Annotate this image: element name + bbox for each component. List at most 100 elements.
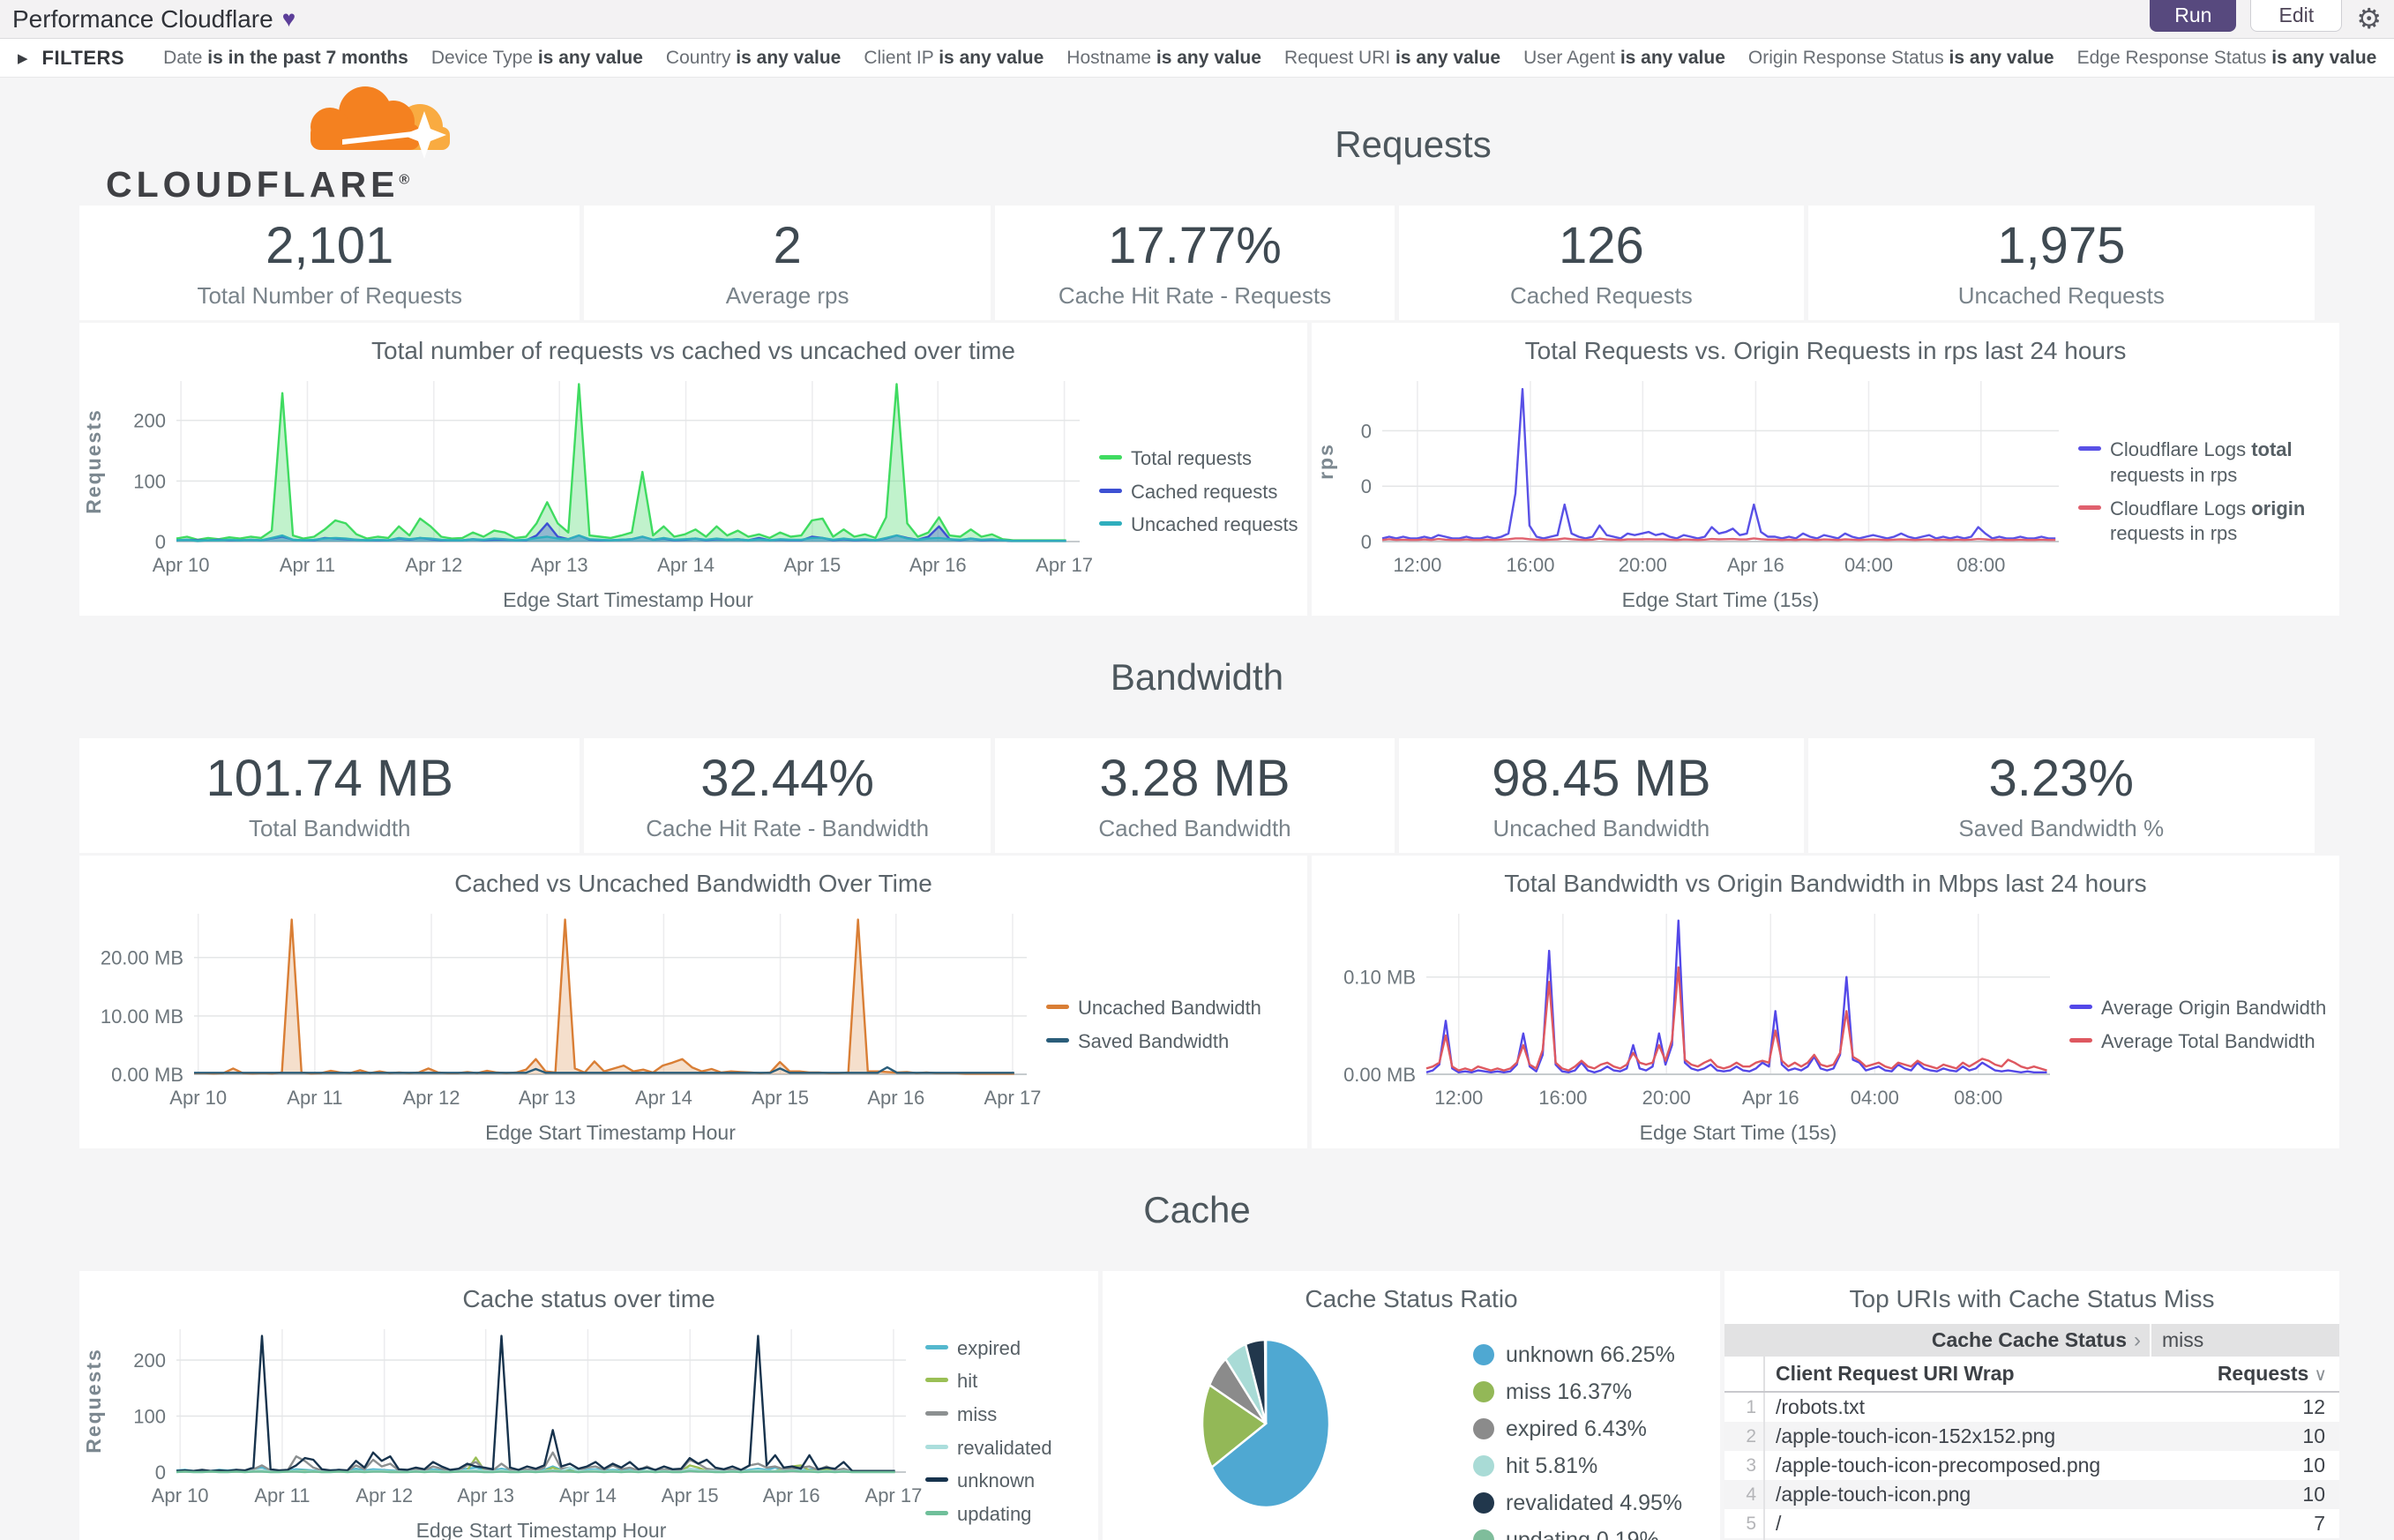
section-title-requests: Requests	[1335, 123, 1491, 166]
filter-chip[interactable]: Hostname is any value	[1066, 48, 1261, 69]
filter-chip[interactable]: Date is in the past 7 months	[163, 48, 408, 69]
table-row[interactable]: 1/robots.txt12	[1724, 1393, 2339, 1422]
svg-text:08:00: 08:00	[1956, 554, 2005, 576]
row-index: 2	[1724, 1422, 1765, 1451]
requests-rps-chart[interactable]: 12:0016:0020:00Apr 1604:0008:00000rpsEdg…	[1312, 369, 2339, 616]
gear-icon[interactable]: ⚙	[2356, 2, 2382, 35]
svg-text:Apr 11: Apr 11	[254, 1484, 310, 1506]
svg-text:Edge Start Timestamp Hour: Edge Start Timestamp Hour	[485, 1121, 736, 1144]
legend-item[interactable]: updating	[925, 1502, 1093, 1528]
edit-button[interactable]: Edit	[2250, 0, 2342, 32]
pie-legend-swatch	[1473, 1529, 1494, 1540]
cache-status-ratio-pie[interactable]: unknown 66.25% miss 16.37% expired 6.43% hi…	[1103, 1317, 1720, 1540]
cache-status-over-time-chart[interactable]: Apr 10Apr 11Apr 12Apr 13Apr 14Apr 15Apr …	[79, 1317, 1098, 1540]
table-body: 1/robots.txt122/apple-touch-icon-152x152…	[1724, 1393, 2339, 1540]
table-row[interactable]: 3/apple-touch-icon-precomposed.png10	[1724, 1451, 2339, 1480]
dashboard-page: Performance Cloudflare ♥ Run Edit ⚙ ▶ FI…	[0, 0, 2394, 1540]
filter-condition-label: is any value	[736, 48, 841, 68]
svg-text:0.10 MB: 0.10 MB	[1343, 967, 1416, 989]
svg-text:Edge Start Timestamp Hour: Edge Start Timestamp Hour	[416, 1519, 667, 1540]
filters-expand-icon[interactable]: ▶	[18, 50, 28, 66]
kpi-label: Total Number of Requests	[197, 282, 462, 310]
filter-chip[interactable]: Client IP is any value	[864, 48, 1044, 69]
bandwidth-over-time-card: Cached vs Uncached Bandwidth Over Time A…	[79, 856, 1307, 1148]
filters-label: FILTERS	[42, 47, 125, 70]
uri-column-header[interactable]: Client Request URI Wrap	[1765, 1362, 2150, 1386]
legend-item[interactable]: unknown	[925, 1469, 1093, 1494]
chart-legend: Cloudflare Logs total requests in rps Clo…	[2075, 369, 2339, 616]
legend-item[interactable]: Average Total Bandwidth	[2069, 1029, 2334, 1055]
svg-text:08:00: 08:00	[1954, 1087, 2002, 1109]
pie-legend-item[interactable]: hit 5.81%	[1473, 1454, 1720, 1479]
svg-text:100: 100	[133, 1405, 166, 1427]
section-title-cache: Cache	[1143, 1189, 1250, 1231]
filter-chip[interactable]: Device Type is any value	[431, 48, 643, 69]
kpi-label: Total Bandwidth	[249, 815, 411, 842]
legend-label: Saved Bandwidth	[1078, 1029, 1229, 1055]
legend-item[interactable]: hit	[925, 1369, 1093, 1394]
row-index: 3	[1724, 1451, 1765, 1480]
run-button[interactable]: Run	[2150, 0, 2236, 32]
filter-condition-label: is in the past 7 months	[207, 48, 408, 68]
pie-legend-item[interactable]: revalidated 4.95%	[1473, 1491, 1720, 1516]
legend-swatch	[1099, 455, 1122, 460]
chart-legend: Average Origin Bandwidth Average Total Ba…	[2066, 901, 2339, 1148]
filter-chip[interactable]: Origin Response Status is any value	[1748, 48, 2054, 69]
svg-text:0.00 MB: 0.00 MB	[1343, 1064, 1416, 1086]
bandwidth-over-time-chart[interactable]: Apr 10Apr 11Apr 12Apr 13Apr 14Apr 15Apr …	[79, 901, 1307, 1148]
svg-text:Apr 11: Apr 11	[287, 1087, 342, 1109]
kpi-card: 1,975Uncached Requests	[1808, 206, 2315, 320]
filter-condition-label: is any value	[538, 48, 643, 68]
filter-chip[interactable]: User Agent is any value	[1523, 48, 1725, 69]
filter-chip[interactable]: Edge Response Status is any value	[2077, 48, 2377, 69]
legend-item[interactable]: revalidated	[925, 1436, 1093, 1462]
table-row[interactable]: 4/apple-touch-icon.png10	[1724, 1480, 2339, 1509]
filter-chip[interactable]: Request URI is any value	[1284, 48, 1500, 69]
legend-item[interactable]: miss	[925, 1402, 1093, 1428]
pie-legend-label: miss 16.37%	[1506, 1379, 1632, 1405]
requests-over-time-chart[interactable]: Apr 10Apr 11Apr 12Apr 13Apr 14Apr 15Apr …	[79, 369, 1307, 616]
legend-item[interactable]: Cloudflare Logs origin requests in rps	[2078, 497, 2334, 547]
kpi-value: 2,101	[266, 216, 393, 275]
filter-chip[interactable]: Country is any value	[666, 48, 841, 69]
cloudflare-cloud-icon	[281, 85, 457, 162]
svg-text:0: 0	[1361, 475, 1372, 497]
legend-item[interactable]: Cloudflare Logs total requests in rps	[2078, 437, 2334, 488]
pie-legend-item[interactable]: expired 6.43%	[1473, 1417, 1720, 1442]
filter-condition-label: is any value	[2271, 48, 2376, 68]
requests-column-header[interactable]: Requests∨	[2150, 1362, 2339, 1386]
legend-item[interactable]: Uncached Bandwidth	[1046, 996, 1302, 1021]
legend-swatch	[925, 1511, 948, 1515]
svg-text:200: 200	[133, 410, 166, 432]
bandwidth-charts-row: Cached vs Uncached Bandwidth Over Time A…	[79, 856, 2315, 1148]
table-row[interactable]: 5/7	[1724, 1509, 2339, 1538]
svg-text:Apr 15: Apr 15	[783, 554, 841, 576]
pie-legend-item[interactable]: unknown 66.25%	[1473, 1342, 1720, 1368]
legend-item[interactable]: Total requests	[1099, 446, 1302, 472]
legend-item[interactable]: Average Origin Bandwidth	[2069, 996, 2334, 1021]
svg-text:Apr 15: Apr 15	[752, 1087, 809, 1109]
legend-item[interactable]: Uncached requests	[1099, 512, 1302, 538]
svg-text:Apr 10: Apr 10	[153, 554, 210, 576]
legend-item[interactable]: Saved Bandwidth	[1046, 1029, 1302, 1055]
chart-title: Total number of requests vs cached vs un…	[79, 323, 1307, 369]
heart-icon: ♥	[282, 5, 296, 33]
table-row[interactable]: 2/apple-touch-icon-152x152.png10	[1724, 1422, 2339, 1451]
filter-condition-label: is any value	[1395, 48, 1500, 68]
brand-row: CLOUDFLARE® Requests	[79, 78, 2315, 206]
svg-text:Apr 13: Apr 13	[519, 1087, 576, 1109]
legend-item[interactable]: Cached requests	[1099, 480, 1302, 505]
bandwidth-rps-chart[interactable]: 12:0016:0020:00Apr 1604:0008:000.00 MB0.…	[1312, 901, 2339, 1148]
page-title: Performance Cloudflare	[12, 5, 273, 34]
pie-legend-item[interactable]: miss 16.37%	[1473, 1379, 1720, 1405]
svg-text:Apr 16: Apr 16	[1742, 1087, 1799, 1109]
table-title: Top URIs with Cache Status Miss	[1724, 1271, 2339, 1317]
pie-legend-item[interactable]: updating 0.19%	[1473, 1528, 1720, 1540]
svg-text:0: 0	[1361, 531, 1372, 553]
svg-text:Apr 17: Apr 17	[865, 1484, 922, 1506]
kpi-label: Cached Bandwidth	[1098, 815, 1291, 842]
legend-label: expired	[957, 1336, 1021, 1362]
legend-item[interactable]: expired	[925, 1336, 1093, 1362]
row-uri: /robots.txt	[1765, 1395, 2150, 1419]
chart-legend: Total requests Cached requests Uncached re…	[1096, 369, 1307, 616]
